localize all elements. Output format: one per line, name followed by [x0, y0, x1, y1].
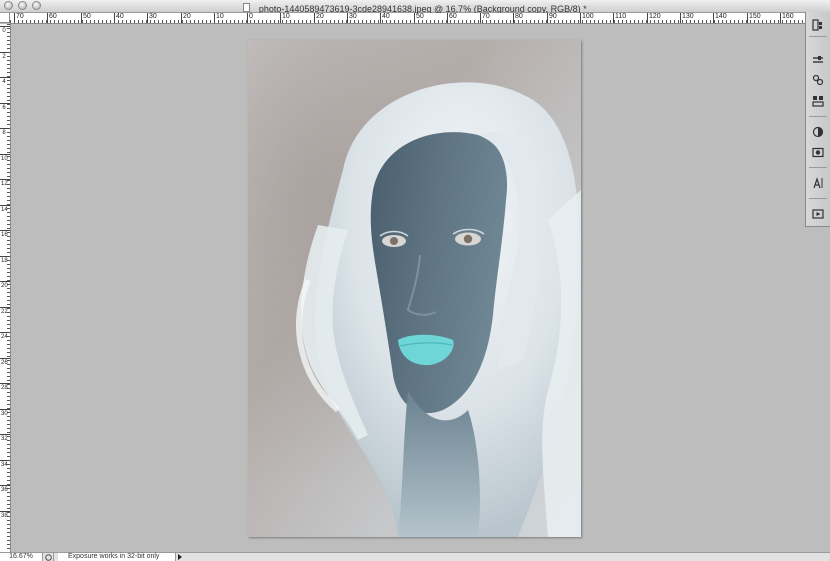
ruler-label: 2: [2, 54, 6, 60]
ruler-major-tick: [0, 77, 10, 78]
adjustments-icon: [813, 56, 823, 63]
ruler-major-tick: [0, 26, 10, 27]
layers-icon: [812, 19, 822, 31]
ruler-origin[interactable]: [0, 13, 10, 23]
styles-icon: [812, 96, 824, 107]
ruler-label: 20: [183, 13, 191, 20]
ruler-label: 0: [2, 28, 6, 34]
ruler-label: 28: [1, 385, 8, 391]
ruler-major-tick: [0, 460, 10, 461]
ruler-label: 12: [1, 181, 8, 187]
ruler-major-tick: [0, 307, 10, 308]
ruler-label: 26: [1, 360, 8, 366]
ruler-label: 30: [1, 411, 8, 417]
ruler-label: 10: [216, 13, 224, 20]
ruler-label: 110: [615, 13, 627, 20]
ruler-label: 36: [1, 487, 8, 493]
vertical-ruler[interactable]: 0 2 4 6 8 10 12 14 16 18 20 22 24 26 28 30 32 34 36 38: [0, 24, 11, 552]
ruler-label: 30: [149, 13, 157, 20]
panel-divider: [809, 167, 827, 168]
ruler-label: 18: [1, 258, 8, 264]
status-menu-arrow-icon[interactable]: [178, 554, 182, 560]
masks-button[interactable]: [809, 72, 827, 88]
ruler-label: 100: [582, 13, 594, 20]
ruler-major-tick: [0, 256, 10, 257]
ruler-label: 14: [1, 207, 8, 213]
ruler-label: 0: [249, 13, 253, 20]
ruler-label: 130: [682, 13, 694, 20]
ruler-label: 80: [515, 13, 523, 20]
ruler-major-tick: [0, 128, 10, 129]
ruler-label: 70: [482, 13, 490, 20]
ruler-major-tick: [0, 358, 10, 359]
color-icon: [812, 126, 824, 138]
ruler-label: 30: [349, 13, 357, 20]
ruler-label: 4: [2, 79, 6, 85]
ruler-label: 140: [715, 13, 727, 20]
ruler-label: 10: [282, 13, 290, 20]
panel-divider: [809, 36, 827, 37]
ruler-major-tick: [0, 103, 10, 104]
ruler-major-tick: [0, 409, 10, 410]
ruler-label: 32: [1, 436, 8, 442]
ruler-label: 22: [1, 309, 8, 315]
layers-button[interactable]: [809, 17, 827, 33]
photo-image: [248, 40, 581, 537]
ruler-label: 38: [1, 513, 8, 519]
ruler-label: 8: [2, 130, 6, 136]
ruler-major-tick: [0, 52, 10, 53]
ruler-label: 160: [782, 13, 794, 20]
panel-divider: [809, 198, 827, 199]
ruler-major-tick: [0, 383, 10, 384]
ruler-label: 70: [16, 13, 24, 20]
horizontal-ruler[interactable]: 70 60 50 40 30 20 10 0 10 20 30 40 50 60 70 80 90 100 110 1…: [10, 13, 805, 24]
actions-icon: [812, 209, 824, 219]
ruler-label: 10: [1, 156, 8, 162]
ruler-label: 90: [549, 13, 557, 20]
ruler-label: 150: [749, 13, 761, 20]
ruler-label: 24: [1, 334, 8, 340]
info-icon: [44, 553, 52, 561]
window-title-wrap: photo-1440589473619-3cde28941638.jpeg @ …: [0, 0, 830, 14]
ruler-major-tick: [0, 179, 10, 180]
ruler-label: 50: [416, 13, 424, 20]
ruler-label: 60: [449, 13, 457, 20]
ruler-major-tick: [0, 281, 10, 282]
ruler-major-tick: [0, 434, 10, 435]
panel-divider: [809, 116, 827, 117]
adjustments-button[interactable]: [809, 52, 827, 68]
character-icon: [813, 177, 823, 189]
camera-icon: [812, 147, 824, 158]
masks-icon: [812, 74, 824, 86]
ruler-label: 34: [1, 462, 8, 468]
ruler-label: 60: [49, 13, 57, 20]
ruler-label: 50: [83, 13, 91, 20]
ruler-label: 40: [382, 13, 390, 20]
ruler-major-tick: [0, 511, 10, 512]
ruler-major-tick: [0, 332, 10, 333]
character-button[interactable]: [809, 175, 827, 191]
ruler-label: 6: [2, 105, 6, 111]
title-bar: photo-1440589473619-3cde28941638.jpeg @ …: [0, 0, 830, 14]
panel-dock: [805, 12, 830, 227]
ruler-label: 20: [1, 283, 8, 289]
ruler-label: 40: [116, 13, 124, 20]
document-icon: [243, 3, 251, 13]
ruler-label: 16: [1, 232, 8, 238]
ruler-label: 20: [316, 13, 324, 20]
document-canvas[interactable]: [248, 40, 581, 537]
actions-button[interactable]: [809, 206, 827, 222]
camera-button[interactable]: [809, 144, 827, 160]
styles-button[interactable]: [809, 93, 827, 109]
ruler-label: 120: [649, 13, 661, 20]
ruler-major-tick: [0, 205, 10, 206]
ruler-major-tick: [0, 154, 10, 155]
ruler-major-tick: [0, 230, 10, 231]
ruler-major-tick: [0, 485, 10, 486]
color-button[interactable]: [809, 124, 827, 140]
